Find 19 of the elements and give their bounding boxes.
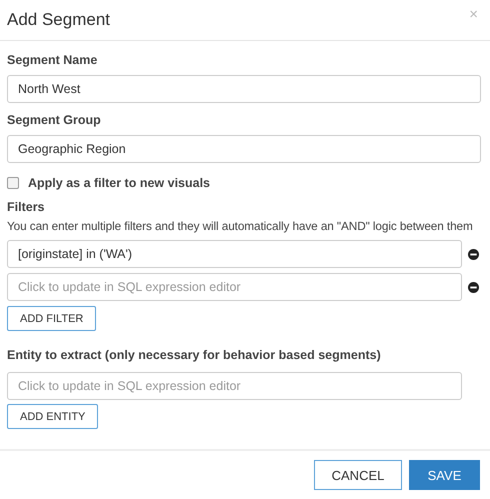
filter-field[interactable]: Click to update in SQL expression editor bbox=[7, 273, 462, 301]
field-label: Segment Name bbox=[7, 53, 98, 67]
add-entity-button[interactable]: ADD ENTITY bbox=[7, 404, 98, 429]
checkbox-label: Apply as a filter to new visuals bbox=[28, 176, 210, 190]
remove-icon[interactable] bbox=[468, 248, 479, 260]
help-text: You can enter multiple filters and they will automatically have an "AND" logic between them bbox=[7, 219, 473, 233]
checkbox[interactable] bbox=[7, 177, 19, 189]
add-filter-button[interactable]: ADD FILTER bbox=[7, 306, 96, 331]
cancel-button[interactable]: CANCEL bbox=[314, 460, 402, 490]
segment-group-field[interactable]: Geographic Region bbox=[7, 135, 481, 163]
filter-field[interactable]: [originstate] in ('WA') bbox=[7, 240, 462, 268]
remove-icon[interactable] bbox=[468, 282, 479, 292]
segment-name-field[interactable]: North West bbox=[7, 75, 481, 103]
save-button[interactable]: SAVE bbox=[409, 460, 480, 490]
field-label: Filters bbox=[7, 200, 46, 214]
dialog-title: Add Segment bbox=[7, 10, 110, 30]
field-label: Entity to extract (only necessary for behavior based segments) bbox=[7, 348, 382, 362]
entity-field[interactable]: Click to update in SQL expression editor bbox=[7, 372, 462, 400]
field-label: Segment Group bbox=[7, 113, 102, 127]
